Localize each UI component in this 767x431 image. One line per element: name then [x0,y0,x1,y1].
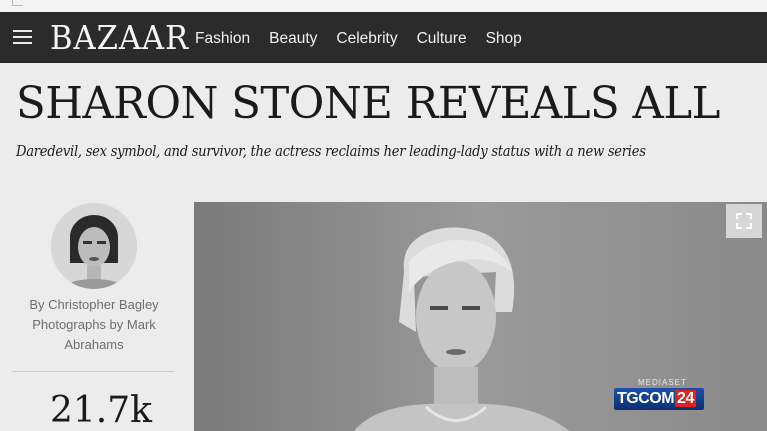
article-title: SHARON STONE REVEALS ALL [16,78,720,129]
menu-bar [13,36,32,38]
site-header: BAZAAR Fashion Beauty Celebrity Culture … [0,12,767,63]
site-logo[interactable]: BAZAAR [50,18,189,58]
share-count: 21.7k [50,390,152,431]
byline-author[interactable]: By Christopher Bagley [10,295,178,315]
expand-icon[interactable] [726,204,762,238]
expand-glyph [736,213,752,229]
divider [12,371,174,372]
watermark-network: MEDIASET [638,378,687,387]
nav-shop[interactable]: Shop [486,29,522,49]
menu-bar [13,42,32,44]
watermark-logo-left: TGCOM [617,390,675,407]
broadcaster-watermark: MEDIASET TGCOM 24 [612,378,708,412]
nav-celebrity[interactable]: Celebrity [336,29,397,49]
byline: By Christopher Bagley Photographs by Mar… [10,295,178,355]
menu-bar [13,30,32,32]
byline-photographer-cont[interactable]: Abrahams [10,335,178,355]
nav-culture[interactable]: Culture [417,29,467,49]
tab-edge [12,0,23,6]
nav-beauty[interactable]: Beauty [269,29,317,49]
watermark-logo-right: 24 [675,390,696,407]
article-dek: Daredevil, sex symbol, and survivor, the… [16,144,646,160]
main-nav: Fashion Beauty Celebrity Culture Shop [195,29,522,49]
author-avatar[interactable] [51,203,137,289]
author-portrait [51,203,137,289]
nav-fashion[interactable]: Fashion [195,29,250,49]
browser-top-strip [0,0,767,12]
hamburger-icon[interactable] [13,30,32,45]
watermark-logo: TGCOM 24 [614,388,704,410]
byline-photographer[interactable]: Photographs by Mark [10,315,178,335]
